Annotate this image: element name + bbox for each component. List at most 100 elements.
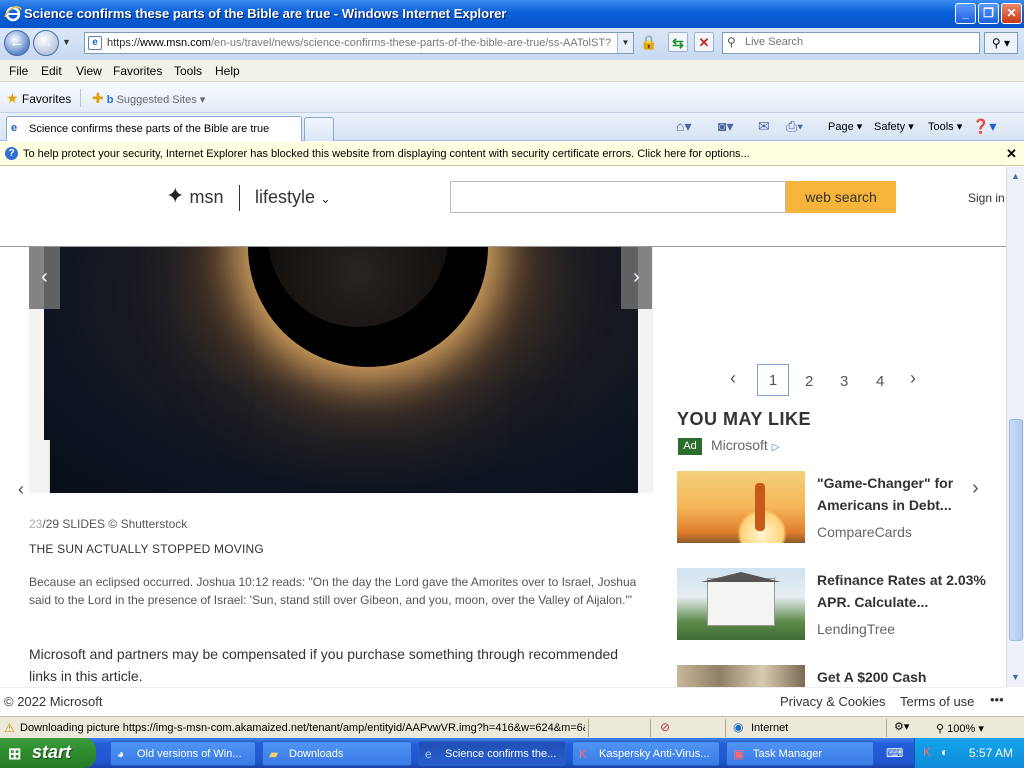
- keyboard-icon[interactable]: ⌨: [886, 746, 903, 760]
- slide-next-button[interactable]: ›: [621, 247, 652, 309]
- minimize-button[interactable]: _: [955, 3, 976, 24]
- zoom-level[interactable]: ⚲ 100% ▾: [936, 722, 984, 735]
- start-label: start: [32, 742, 72, 762]
- add-favorite-icon[interactable]: ✚: [92, 90, 104, 106]
- slide-prev-button[interactable]: ‹: [29, 247, 60, 309]
- scroll-up-icon[interactable]: ▲: [1011, 171, 1020, 181]
- tab-active[interactable]: e Science confirms these parts of the Bi…: [6, 116, 302, 141]
- menu-file[interactable]: File: [9, 64, 28, 78]
- favorites-label: Favorites: [21, 92, 72, 106]
- forward-button[interactable]: →: [33, 30, 59, 56]
- search-go-button[interactable]: ⚲ ▾: [984, 32, 1018, 54]
- taskbar-item-ie[interactable]: e Science confirms the...: [418, 741, 566, 766]
- star-icon: ★: [6, 90, 19, 106]
- card-title-2[interactable]: Refinance Rates at 2.03% APR. Calculate.…: [817, 569, 987, 613]
- close-window-button[interactable]: ✕: [1001, 3, 1022, 24]
- card-image-money[interactable]: [677, 665, 805, 687]
- safety-menu-label: Safety: [874, 121, 906, 133]
- safety-menu[interactable]: Safety ▾: [874, 120, 914, 133]
- msn-search-input[interactable]: [450, 181, 786, 213]
- maximize-button[interactable]: ❐: [978, 3, 999, 24]
- header-divider: [239, 185, 240, 211]
- blocked-content-icon[interactable]: ⊘: [660, 720, 670, 734]
- zoom-value: 100%: [947, 723, 976, 735]
- info-bar-message[interactable]: To help protect your security, Internet …: [23, 148, 750, 160]
- network-icon[interactable]: ◐: [941, 745, 948, 759]
- section-menu[interactable]: lifestyle ⌄: [255, 187, 331, 208]
- favorites-button[interactable]: ★ Favorites: [6, 90, 71, 107]
- mail-icon[interactable]: ✉: [758, 118, 770, 135]
- protected-mode-icon[interactable]: ⚙▾: [894, 720, 909, 733]
- taskbar-item-downloads[interactable]: ▰ Downloads: [262, 741, 412, 766]
- taskbar-item-old-versions[interactable]: ◕ Old versions of Win...: [110, 741, 256, 766]
- pager-page-3[interactable]: 3: [840, 373, 848, 390]
- card-image-house[interactable]: [677, 568, 805, 640]
- msn-logo[interactable]: ✦ msn: [166, 183, 223, 209]
- kaspersky-tray-icon[interactable]: K: [923, 745, 931, 759]
- terms-link[interactable]: Terms of use: [900, 694, 974, 709]
- vertical-scrollbar[interactable]: ▲ ▼: [1006, 167, 1024, 687]
- card-image-sunset[interactable]: [677, 471, 805, 543]
- suggested-sites-button[interactable]: ✚ b Suggested Sites ▾: [92, 90, 205, 107]
- start-button[interactable]: ⊞ start: [0, 738, 96, 768]
- new-tab-button[interactable]: [304, 117, 334, 141]
- card-title-1[interactable]: "Game-Changer" for Americans in Debt...: [817, 472, 987, 516]
- stop-button[interactable]: ✕: [694, 32, 714, 52]
- menu-view[interactable]: View: [76, 64, 102, 78]
- security-zone[interactable]: Internet: [751, 722, 788, 734]
- recommend-heading: YOU MAY LIKE: [677, 409, 812, 429]
- back-button[interactable]: ←: [4, 30, 30, 56]
- pager-next-icon[interactable]: ›: [910, 368, 916, 389]
- pager-page-4[interactable]: 4: [876, 373, 884, 390]
- sign-in-link[interactable]: Sign in: [968, 191, 1005, 205]
- tab-label: Science confirms these parts of the Bibl…: [29, 123, 270, 135]
- globe-icon: ◉: [733, 720, 744, 734]
- menu-tools[interactable]: Tools: [174, 64, 202, 78]
- pager-page-2[interactable]: 2: [805, 373, 813, 390]
- pager-prev-icon[interactable]: ‹: [730, 368, 736, 389]
- favorites-bar: ★ Favorites ✚ b Suggested Sites ▾: [0, 83, 1024, 113]
- address-dropdown-icon[interactable]: ▼: [617, 33, 633, 53]
- scroll-thumb[interactable]: [1009, 419, 1023, 641]
- live-search-box[interactable]: ⚲: [722, 32, 980, 54]
- page-footer: © 2022 Microsoft Privacy & Cookies Terms…: [0, 687, 1006, 715]
- affiliate-disclaimer: Microsoft and partners may be compensate…: [29, 646, 619, 684]
- pager-page-1[interactable]: 1: [757, 364, 789, 396]
- help-icon[interactable]: ❓▾: [972, 118, 996, 135]
- chevron-left-icon[interactable]: ‹: [18, 479, 24, 500]
- feeds-icon[interactable]: ◙▾: [718, 118, 733, 135]
- security-info-bar[interactable]: ? To help protect your security, Interne…: [0, 142, 1024, 166]
- address-field[interactable]: e https://www.msn.com/en-us/travel/news/…: [84, 32, 634, 54]
- ad-source[interactable]: Microsoft ▷: [711, 437, 779, 453]
- task-label: Kaspersky Anti-Virus...: [599, 748, 710, 760]
- house-shape: [707, 578, 775, 626]
- live-search-input[interactable]: [745, 36, 975, 48]
- print-icon[interactable]: ⎙▾: [786, 118, 803, 135]
- card-title-3[interactable]: Get A $200 Cash: [817, 666, 987, 687]
- privacy-link[interactable]: Privacy & Cookies: [780, 694, 885, 709]
- chevron-down-icon: ▾: [199, 94, 206, 106]
- taskbar-item-task-manager[interactable]: ▣ Task Manager: [726, 741, 874, 766]
- adchoices-icon[interactable]: ▷: [772, 442, 780, 453]
- web-search-button[interactable]: web search: [786, 181, 896, 213]
- refresh-button[interactable]: ⇆: [668, 32, 688, 52]
- menu-help[interactable]: Help: [215, 64, 240, 78]
- footer-more-icon[interactable]: •••: [990, 692, 1004, 707]
- lock-icon[interactable]: 🔒: [640, 32, 658, 52]
- taskbar-item-kaspersky[interactable]: K Kaspersky Anti-Virus...: [572, 741, 720, 766]
- home-icon[interactable]: ⌂▾: [676, 118, 691, 135]
- bing-icon: b: [106, 94, 114, 106]
- warning-icon[interactable]: ⚠: [4, 721, 15, 735]
- clock[interactable]: 5:57 AM: [969, 746, 1013, 760]
- menu-edit[interactable]: Edit: [41, 64, 62, 78]
- menu-favorites[interactable]: Favorites: [113, 64, 162, 78]
- tools-menu[interactable]: Tools ▾: [928, 120, 962, 133]
- windows-taskbar: ⊞ start ◕ Old versions of Win... ▰ Downl…: [0, 738, 1024, 768]
- history-dropdown-icon[interactable]: ▼: [62, 37, 71, 47]
- close-infobar-icon[interactable]: ✕: [1006, 146, 1017, 162]
- page-menu[interactable]: Page ▾: [828, 120, 862, 133]
- kaspersky-icon: K: [579, 747, 588, 761]
- address-url[interactable]: https://www.msn.com/en-us/travel/news/sc…: [107, 37, 615, 49]
- carousel-next-icon[interactable]: ›: [972, 477, 979, 500]
- scroll-down-icon[interactable]: ▼: [1011, 672, 1020, 682]
